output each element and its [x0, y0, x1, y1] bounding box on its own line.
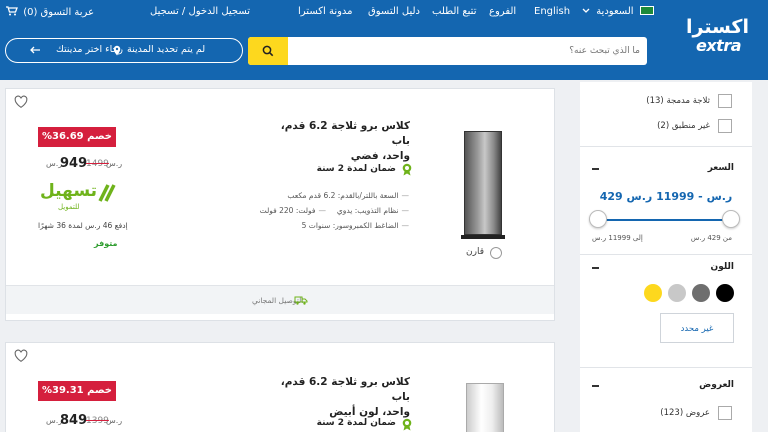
- price-filter-title: السعر: [707, 163, 734, 173]
- chevron-down-icon: [582, 8, 590, 13]
- current-price: 949: [60, 156, 88, 171]
- cart-label: عربة التسوق (0): [23, 7, 95, 18]
- offers-filter-title: العروض: [699, 380, 734, 390]
- product-card[interactable]: %39.31 خصم ر.س 849 1399 ر.س كلاس برو ثلا…: [5, 342, 555, 432]
- country-selector[interactable]: السعودية: [582, 6, 654, 17]
- collapse-color-icon[interactable]: [592, 267, 599, 269]
- spec-item: نظام التذويب: يدوي: [337, 206, 409, 215]
- country-label: السعودية: [596, 6, 634, 17]
- city-selector[interactable]: رجاء اختر مدينتك لم يتم تحديد المدينة: [5, 38, 243, 63]
- product-image[interactable]: [466, 383, 504, 432]
- saudi-flag-icon: [639, 6, 654, 15]
- truck-icon: [294, 296, 308, 305]
- old-currency-label: ر.س: [106, 159, 123, 168]
- filter-count: (2): [657, 121, 670, 131]
- shopping-guide-link[interactable]: دليل التسوق: [368, 6, 420, 17]
- arrow-left-icon: [30, 46, 40, 54]
- tasheel-brand: تسهيل: [40, 181, 98, 201]
- divider: [580, 367, 752, 368]
- color-swatch-gray[interactable]: [692, 284, 710, 302]
- spec-item: الضاغط الكمبروسور: سنوات 5: [302, 221, 409, 230]
- filter-label: ثلاجة مدمجة: [666, 96, 710, 106]
- filter-offers[interactable]: (123) عروض: [660, 408, 710, 418]
- warranty-medal-icon: [402, 418, 412, 431]
- collapse-price-icon[interactable]: [592, 168, 599, 170]
- warranty-label: ضمان لمدة 2 سنة: [316, 418, 396, 428]
- filter-label: عروض: [685, 408, 710, 418]
- product-image[interactable]: [464, 131, 502, 235]
- spec-item: فولت: 220 فولت: [260, 206, 326, 215]
- filter-count: (13): [646, 96, 664, 106]
- discount-badge: %39.31 خصم: [38, 381, 116, 401]
- language-link[interactable]: English: [534, 6, 570, 17]
- availability-status: متوفر: [94, 239, 118, 248]
- top-header: عربة التسوق (0) تسجيل الدخول / تسجيل مدو…: [0, 0, 768, 80]
- tasheel-mark-icon: [98, 184, 116, 202]
- search-button[interactable]: [248, 37, 288, 65]
- price-range-value: 429 ر.س - 11999 ر.س: [599, 190, 733, 203]
- filter-count: (123): [660, 408, 684, 418]
- divider: [580, 146, 752, 147]
- warranty-medal-icon: [402, 163, 412, 176]
- blog-link[interactable]: مدونة اكسترا: [298, 6, 353, 17]
- discount-badge: %36.69 خصم: [38, 127, 116, 147]
- collapse-offers-icon[interactable]: [592, 385, 599, 387]
- product-title-line2: واحد، فضي: [350, 150, 410, 162]
- price-max-label: إلى 11999 ر.س: [592, 234, 643, 242]
- color-filter-title: اللون: [710, 262, 734, 272]
- logo-arabic: اكسترا: [686, 16, 749, 38]
- price-slider-track[interactable]: [596, 219, 736, 221]
- color-swatch-yellow[interactable]: [644, 284, 662, 302]
- product-card[interactable]: %36.69 خصم ر.س 949 1499 ر.س تسهيل للتموي…: [5, 88, 555, 321]
- city-status: لم يتم تحديد المدينة: [127, 44, 206, 55]
- price-min-label: من 429 ر.س: [690, 234, 732, 242]
- filter-checkbox[interactable]: [718, 119, 732, 133]
- heart-icon[interactable]: [14, 95, 28, 109]
- track-order-link[interactable]: تتبع الطلب: [432, 6, 476, 17]
- login-link[interactable]: تسجيل الدخول / تسجيل: [150, 6, 250, 17]
- search-bar: [248, 37, 647, 65]
- tasheel-sub: للتمويل: [58, 203, 80, 211]
- branches-link[interactable]: الفروع: [489, 6, 516, 17]
- location-pin-icon: [113, 45, 121, 56]
- cart-icon: [6, 6, 18, 16]
- spec-item: السعة باللتر/بالقدم: 6.2 قدم مكعب: [287, 191, 409, 200]
- product-title-line1: كلاس برو ثلاجة 6.2 قدم، باب: [280, 376, 410, 403]
- divider: [580, 254, 752, 255]
- filter-not-applicable[interactable]: (2) غير منطبق: [657, 121, 710, 131]
- price-slider-min-handle[interactable]: [589, 210, 607, 228]
- old-currency-label: ر.س: [106, 416, 123, 425]
- filters-sidebar: (13) ثلاجة مدمجة (2) غير منطبق السعر 429…: [580, 82, 752, 432]
- product-title[interactable]: كلاس برو ثلاجة 6.2 قدم، باب واحد، لون أب…: [280, 375, 410, 420]
- heart-icon[interactable]: [14, 349, 28, 363]
- logo-english: extra: [696, 36, 742, 55]
- warranty-label: ضمان لمدة 2 سنة: [316, 164, 396, 174]
- price-slider-max-handle[interactable]: [722, 210, 740, 228]
- cart-link[interactable]: عربة التسوق (0): [6, 6, 94, 18]
- search-icon: [262, 45, 274, 57]
- compare-label: قارن: [466, 247, 484, 257]
- delivery-footer: التوصيل المجاني: [6, 285, 554, 314]
- filter-built-in-fridge[interactable]: (13) ثلاجة مدمجة: [646, 96, 710, 106]
- search-input[interactable]: [292, 37, 640, 65]
- product-title[interactable]: كلاس برو ثلاجة 6.2 قدم، باب واحد، فضي: [280, 119, 410, 164]
- product-image-base: [461, 235, 505, 239]
- compare-toggle[interactable]: قارن: [466, 247, 502, 259]
- color-swatch-black[interactable]: [716, 284, 734, 302]
- filter-checkbox[interactable]: [718, 406, 732, 420]
- installment-info: إدفع 46 ر.س لمدة 36 شهرًا: [38, 221, 128, 230]
- color-unspecified-button[interactable]: غير محدد: [660, 313, 734, 343]
- current-price: 849: [60, 413, 88, 428]
- filter-checkbox[interactable]: [718, 94, 732, 108]
- compare-checkbox[interactable]: [490, 247, 502, 259]
- color-swatch-silver[interactable]: [668, 284, 686, 302]
- filter-label: غير منطبق: [671, 121, 710, 131]
- product-title-line1: كلاس برو ثلاجة 6.2 قدم، باب: [280, 120, 410, 147]
